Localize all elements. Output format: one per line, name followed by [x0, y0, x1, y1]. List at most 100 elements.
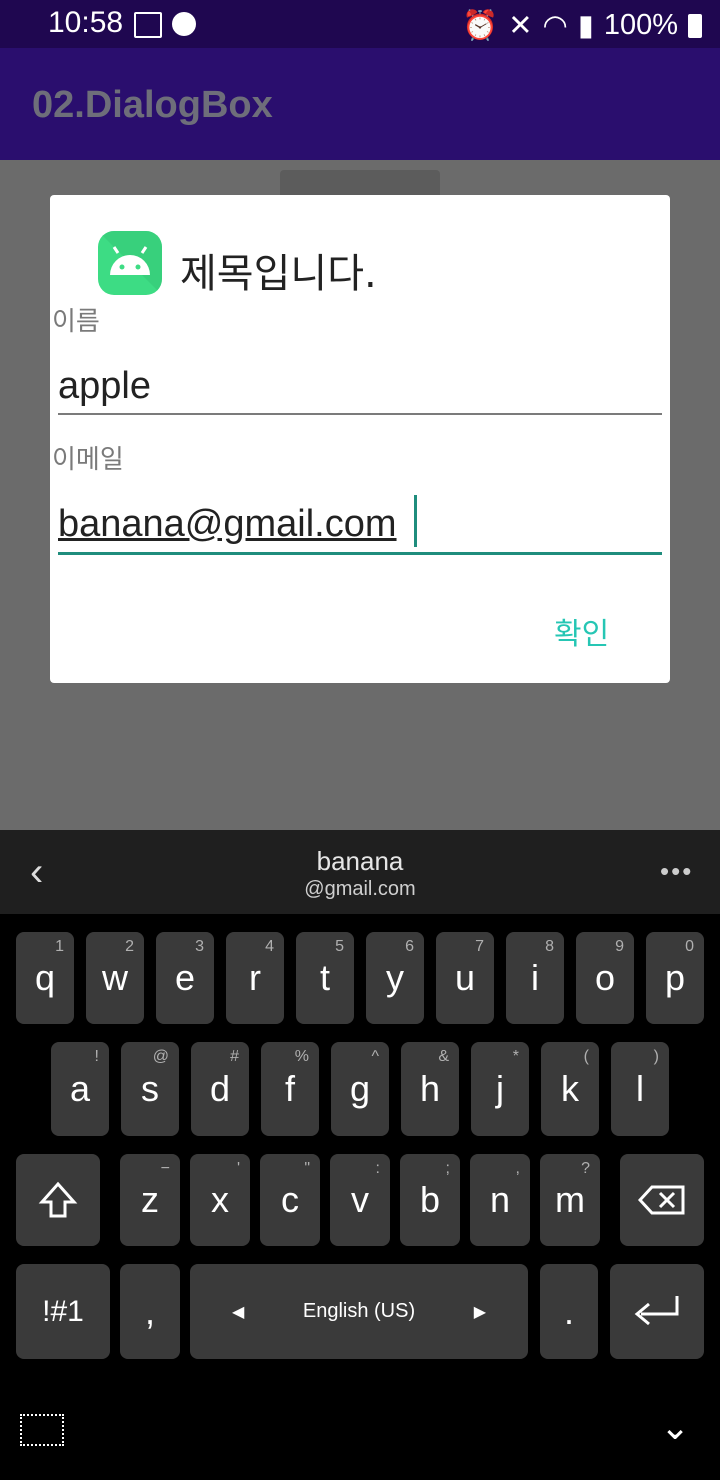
key-g[interactable]: ^ g — [331, 1042, 389, 1136]
key-m[interactable]: ? m — [540, 1154, 600, 1246]
key-f[interactable]: % f — [261, 1042, 319, 1136]
key-hint: & — [438, 1048, 449, 1065]
key-hint: % — [294, 1048, 309, 1065]
key-label: v — [351, 1179, 369, 1220]
key-a[interactable]: ! a — [51, 1042, 109, 1136]
suggestion-line2[interactable]: @gmail.com — [0, 878, 720, 901]
period-key[interactable]: . — [540, 1264, 598, 1359]
key-hint: 9 — [615, 938, 624, 955]
key-u[interactable]: 7u — [436, 932, 494, 1024]
key-q[interactable]: 1q — [16, 932, 74, 1024]
key-label: w — [102, 957, 128, 998]
name-label: 이름 — [52, 307, 100, 337]
key-label: r — [249, 957, 261, 998]
key-label: s — [141, 1068, 159, 1109]
dex-notification-icon — [172, 12, 196, 36]
key-label: t — [319, 957, 330, 998]
space-key[interactable]: ◀ English (US) ▶ — [190, 1264, 528, 1359]
key-hint: ? — [581, 1160, 590, 1177]
key-label: u — [454, 957, 476, 998]
key-hint: ( — [583, 1048, 589, 1065]
signal-icon: ▮ — [577, 10, 594, 42]
email-input[interactable]: banana@gmail.com — [58, 503, 397, 546]
key-label: d — [209, 1068, 231, 1109]
key-hint: ' — [236, 1160, 240, 1177]
key-l[interactable]: ) l — [611, 1042, 669, 1136]
name-input-underline — [58, 413, 662, 415]
name-input[interactable]: apple — [58, 365, 151, 408]
key-hint: 0 — [685, 938, 694, 955]
key-label: i — [531, 957, 539, 998]
key-hint: 2 — [125, 938, 134, 955]
battery-percent: 100% — [603, 9, 678, 41]
key-label: p — [664, 957, 686, 998]
dialog-title: 제목입니다. — [180, 251, 377, 297]
enter-icon — [634, 1295, 679, 1325]
ok-button[interactable]: 확인 — [554, 609, 609, 653]
key-hint: , — [515, 1160, 520, 1177]
key-hint: ^ — [371, 1048, 379, 1065]
key-b[interactable]: ; b — [400, 1154, 460, 1246]
text-cursor — [414, 495, 417, 547]
caret-right-icon: ▶ — [473, 1303, 486, 1321]
key-h[interactable]: & h — [401, 1042, 459, 1136]
key-hint: 6 — [405, 938, 414, 955]
space-label: English (US) — [302, 1300, 416, 1322]
key-v[interactable]: :v — [330, 1154, 390, 1246]
key-hint: 7 — [475, 938, 484, 955]
key-label: o — [594, 957, 616, 998]
key-label: z — [141, 1179, 159, 1220]
key-r[interactable]: 4r — [226, 932, 284, 1024]
key-o[interactable]: 9o — [576, 932, 634, 1024]
key-label: k — [561, 1068, 579, 1109]
key-t[interactable]: 5t — [296, 932, 354, 1024]
status-bar: 10:58 ⏰ ✕ ◠ ▮ 100% — [0, 0, 720, 48]
email-input-underline — [58, 552, 662, 555]
android-app-icon — [98, 231, 162, 295]
key-z[interactable]: − z — [120, 1154, 180, 1246]
key-label: c — [281, 1179, 299, 1220]
alarm-icon: ⏰ — [462, 9, 499, 42]
key-w[interactable]: 2w — [86, 932, 144, 1024]
key-i[interactable]: 8i — [506, 932, 564, 1024]
gallery-notification-icon — [134, 12, 162, 38]
more-icon[interactable]: ••• — [660, 856, 693, 887]
suggestion-bar: ‹ banana @gmail.com ••• — [0, 830, 720, 914]
key-label: f — [284, 1068, 295, 1109]
key-label: j — [496, 1068, 504, 1109]
key-e[interactable]: 3e — [156, 932, 214, 1024]
key-x[interactable]: ' x — [190, 1154, 250, 1246]
comma-key[interactable]: , — [120, 1264, 180, 1359]
key-hint: ) — [653, 1048, 659, 1065]
key-j[interactable]: * j — [471, 1042, 529, 1136]
suggestion-line1[interactable]: banana — [0, 846, 720, 877]
key-label: n — [489, 1179, 511, 1220]
key-label: q — [34, 957, 56, 998]
key-p[interactable]: 0p — [646, 932, 704, 1024]
key-y[interactable]: 6y — [366, 932, 424, 1024]
key-hint: − — [160, 1160, 170, 1177]
key-n[interactable]: ,n — [470, 1154, 530, 1246]
key-hint: 4 — [265, 938, 274, 955]
key-d[interactable]: # d — [191, 1042, 249, 1136]
key-k[interactable]: (k — [541, 1042, 599, 1136]
key-s[interactable]: @ s — [121, 1042, 179, 1136]
keyboard-switch-icon[interactable] — [20, 1414, 64, 1446]
enter-key[interactable] — [610, 1264, 704, 1359]
battery-icon — [688, 13, 702, 38]
key-label: l — [636, 1068, 644, 1109]
hide-keyboard-icon[interactable]: ⌄ — [660, 1406, 690, 1448]
email-label: 이메일 — [52, 445, 124, 475]
key-hint: " — [304, 1160, 310, 1177]
key-label: g — [349, 1068, 371, 1109]
backspace-key[interactable] — [620, 1154, 704, 1246]
symbols-key[interactable]: !#1 — [16, 1264, 110, 1359]
shift-key[interactable] — [16, 1154, 100, 1246]
key-hint: ; — [445, 1160, 450, 1177]
key-hint: ! — [94, 1048, 99, 1065]
key-hint: # — [230, 1048, 239, 1065]
key-label: h — [419, 1068, 441, 1109]
backspace-icon — [638, 1185, 685, 1215]
key-label: a — [69, 1068, 91, 1109]
key-c[interactable]: " c — [260, 1154, 320, 1246]
